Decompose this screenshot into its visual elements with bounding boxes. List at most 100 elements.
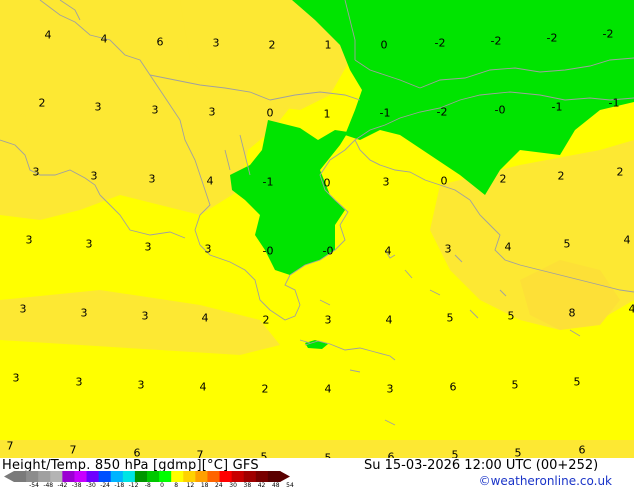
forecast-datetime: Su 15-03-2026 12:00 UTC (00+252): [364, 459, 598, 472]
scale-color-swatch: [256, 471, 269, 482]
scale-tick-label: 18: [201, 483, 209, 489]
map-value-label: -0: [323, 246, 334, 257]
map-value-label: 2: [269, 40, 276, 51]
map-value-label: 5: [452, 450, 459, 459]
scale-color-swatch: [14, 471, 27, 482]
map-value-label: 4: [325, 384, 332, 395]
map-value-label: 4: [624, 235, 631, 246]
scale-tick-label: -42: [58, 483, 68, 489]
map-value-label: -1: [552, 102, 563, 113]
map-value-label: 2: [617, 167, 624, 178]
map-value-label: -2: [435, 38, 446, 49]
scale-color-swatch: [207, 471, 220, 482]
map-value-label: -0: [495, 105, 506, 116]
map-value-label: 3: [86, 239, 93, 250]
map-value-label: 3: [138, 380, 145, 391]
map-value-label: 3: [325, 315, 332, 326]
map-value-label: 1: [325, 40, 332, 51]
map-value-label: 3: [13, 373, 20, 384]
map-value-label: 6: [157, 37, 164, 48]
map-value-label: 8: [569, 308, 576, 319]
map-value-label: 6: [450, 382, 457, 393]
scale-color-swatch: [74, 471, 87, 482]
scale-tick-label: -48: [43, 483, 53, 489]
scale-color-swatch: [147, 471, 160, 482]
scale-color-swatch: [62, 471, 75, 482]
scale-tick-label: 8: [174, 483, 178, 489]
credit-link[interactable]: ©weatheronline.co.uk: [479, 474, 612, 488]
map-value-label: -1: [263, 177, 274, 188]
scale-color-swatch: [195, 471, 208, 482]
map-value-label: 4: [45, 30, 52, 41]
map-value-label: -2: [437, 107, 448, 118]
map-value-label: 6: [579, 445, 586, 456]
map-value-label: 2: [39, 98, 46, 109]
scale-color-swatch: [220, 471, 233, 482]
map-value-label: 3: [76, 377, 83, 388]
scale-tick-label: -8: [145, 483, 151, 489]
map-value-label: 4: [101, 34, 108, 45]
map-value-label: 0: [441, 176, 448, 187]
scale-color-swatch: [183, 471, 196, 482]
map-value-label: -2: [603, 29, 614, 40]
map-value-label: 0: [324, 178, 331, 189]
map-value-label: 3: [142, 311, 149, 322]
scale-color-swatch: [87, 471, 100, 482]
map-value-label: -2: [547, 33, 558, 44]
map-value-label: 3: [33, 167, 40, 178]
map-value-label: 5: [574, 377, 581, 388]
map-value-label: 2: [558, 171, 565, 182]
map-value-label: 4: [202, 313, 209, 324]
scale-color-swatch: [268, 471, 281, 482]
scale-color-swatch: [26, 471, 39, 482]
map-value-label: 3: [383, 177, 390, 188]
scale-tick-label: 54: [286, 483, 294, 489]
map-value-label: 5: [447, 313, 454, 324]
scale-tick-label: -18: [114, 483, 124, 489]
scale-color-swatch: [123, 471, 136, 482]
map-value-label: 3: [445, 244, 452, 255]
map-value-label: 6: [134, 448, 141, 459]
scale-arrow-left: [4, 471, 14, 482]
map-value-label: 2: [500, 174, 507, 185]
scale-tick-label: -30: [86, 483, 96, 489]
map-value-label: 0: [381, 40, 388, 51]
scale-tick-label: 42: [258, 483, 266, 489]
map-value-label: 3: [145, 242, 152, 253]
scale-color-swatch: [244, 471, 257, 482]
map-value-label: 1: [324, 109, 331, 120]
scale-color-swatch: [99, 471, 112, 482]
map-value-label: 3: [26, 235, 33, 246]
map-value-label: -1: [380, 108, 391, 119]
map-value-label: 7: [7, 441, 14, 452]
map-value-label: 3: [95, 102, 102, 113]
map-value-label: 5: [564, 239, 571, 250]
color-scale-bar: [4, 471, 290, 482]
map-value-label: 3: [152, 105, 159, 116]
scale-color-swatch: [111, 471, 124, 482]
scale-color-swatch: [50, 471, 63, 482]
scale-color-swatch: [232, 471, 245, 482]
scale-arrow-right: [280, 471, 290, 482]
scale-tick-label: 24: [215, 483, 223, 489]
scale-color-swatch: [159, 471, 172, 482]
scale-tick-label: -12: [129, 483, 139, 489]
map-value-label: 3: [20, 304, 27, 315]
scale-color-swatch: [135, 471, 148, 482]
map-value-label: 3: [213, 38, 220, 49]
map-value-label: -1: [609, 98, 620, 109]
map-value-label: 5: [508, 311, 515, 322]
scale-tick-label: -38: [72, 483, 82, 489]
map-value-label: 0: [267, 108, 274, 119]
map-value-label: 2: [262, 384, 269, 395]
map-value-label: 3: [149, 174, 156, 185]
map-value-label: -2: [491, 36, 502, 47]
map-value-label: 4: [385, 246, 392, 257]
map-value-label: 2: [263, 315, 270, 326]
scale-color-swatch: [38, 471, 51, 482]
map-value-label: 3: [91, 171, 98, 182]
map-value-label: 4: [386, 315, 393, 326]
map-value-label: 5: [512, 380, 519, 391]
map-value-label: 4: [200, 382, 207, 393]
map-value-label: 3: [81, 308, 88, 319]
